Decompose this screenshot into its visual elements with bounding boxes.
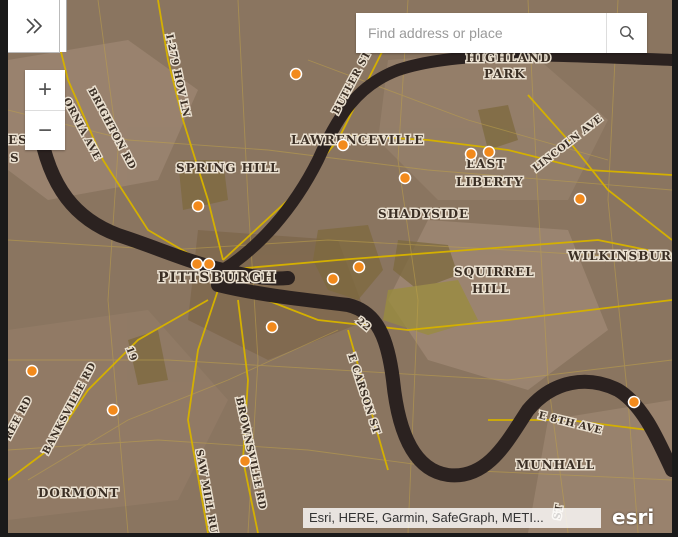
poi-marker[interactable] xyxy=(398,171,412,185)
poi-marker[interactable] xyxy=(326,272,340,286)
label-wilkinsburg: WILKINSBURG xyxy=(567,249,672,263)
search-button[interactable] xyxy=(606,13,647,53)
label-munhall: MUNHALL xyxy=(516,458,595,472)
poi-marker[interactable] xyxy=(464,147,478,161)
search-widget xyxy=(356,13,647,53)
label-highland: HIGHLAND xyxy=(466,51,552,65)
label-shadyside: SHADYSIDE xyxy=(378,207,469,221)
poi-marker[interactable] xyxy=(191,199,205,213)
label-squirrel: SQUIRREL xyxy=(454,265,535,279)
poi-marker[interactable] xyxy=(106,403,120,417)
poi-marker[interactable] xyxy=(627,395,641,409)
search-input[interactable] xyxy=(356,13,606,53)
zoom-controls: + − xyxy=(25,70,65,150)
attribution[interactable]: Esri, HERE, Garmin, SafeGraph, METI... xyxy=(303,508,601,528)
poi-marker[interactable] xyxy=(265,320,279,334)
panel-edge xyxy=(60,0,67,52)
esri-logo: esri xyxy=(612,505,655,529)
label-s: S xyxy=(10,151,20,165)
poi-marker[interactable] xyxy=(289,67,303,81)
poi-marker[interactable] xyxy=(190,257,204,271)
poi-marker[interactable] xyxy=(202,257,216,271)
zoom-out-button[interactable]: − xyxy=(25,110,65,151)
double-chevron-right-icon xyxy=(25,18,42,34)
label-liberty: LIBERTY xyxy=(456,175,524,189)
label-lawrenceville: LAWRENCEVILLE xyxy=(291,133,424,147)
search-icon xyxy=(619,25,635,41)
label-hill: HILL xyxy=(472,282,510,296)
label-park: PARK xyxy=(484,67,526,81)
label-dormont: DORMONT xyxy=(38,486,119,500)
zoom-in-button[interactable]: + xyxy=(25,70,65,110)
poi-marker[interactable] xyxy=(352,260,366,274)
poi-marker[interactable] xyxy=(573,192,587,206)
map-view[interactable]: 22 19 PITTSBURGH LAWRENCEVILLE SPRING HI… xyxy=(8,0,672,533)
poi-marker[interactable] xyxy=(25,364,39,378)
label-pittsburgh: PITTSBURGH xyxy=(158,270,276,286)
expand-panel-button[interactable] xyxy=(8,0,60,53)
poi-marker[interactable] xyxy=(482,145,496,159)
poi-marker[interactable] xyxy=(336,138,350,152)
poi-marker[interactable] xyxy=(238,454,252,468)
basemap[interactable]: 22 19 PITTSBURGH LAWRENCEVILLE SPRING HI… xyxy=(8,0,672,533)
label-spring-hill: SPRING HILL xyxy=(176,161,280,175)
